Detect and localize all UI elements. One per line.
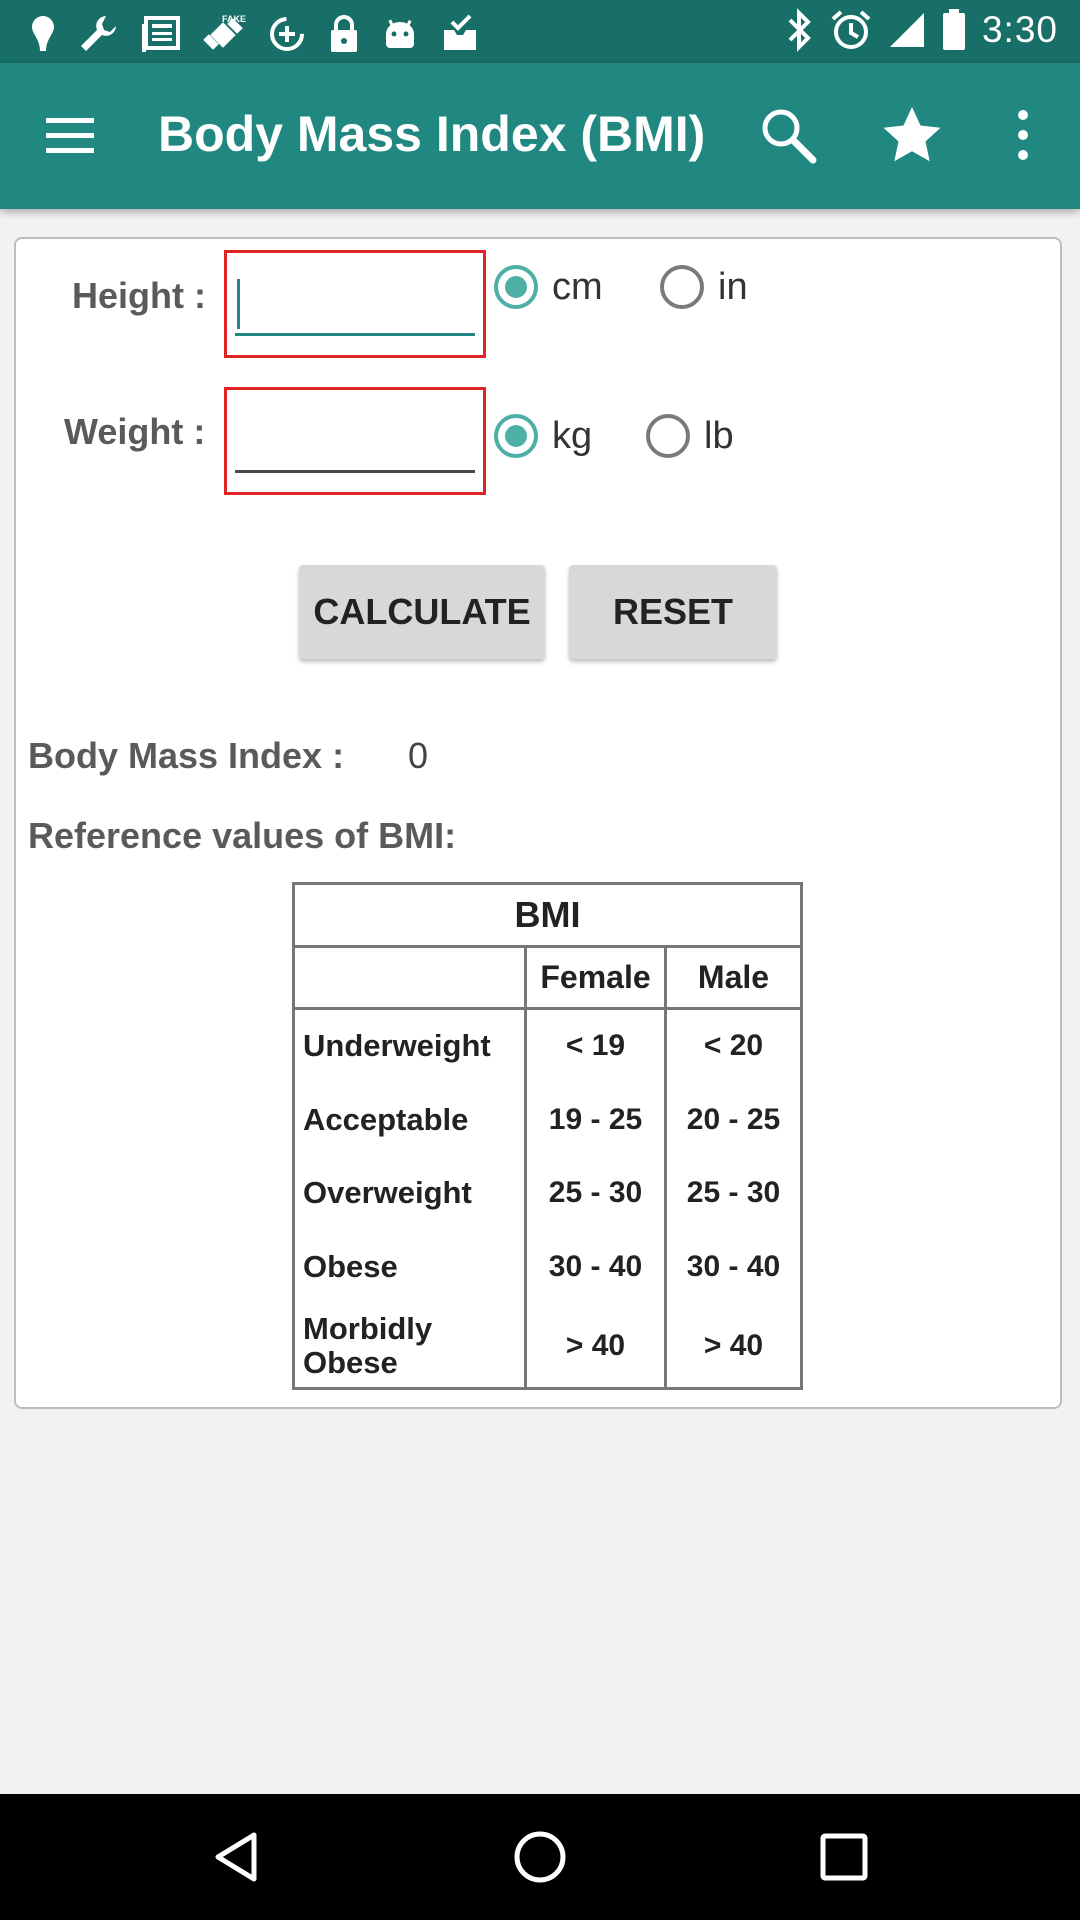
unit-in-radio[interactable]: in: [660, 265, 748, 309]
table-cell-category: Morbidly Obese: [292, 1304, 527, 1391]
table-cell-category: Obese: [292, 1230, 527, 1305]
status-bar-system: 3:30: [786, 8, 1058, 52]
table-cell-male: 20 - 25: [664, 1082, 803, 1157]
home-icon[interactable]: [510, 1827, 570, 1887]
alarm-icon: [830, 9, 872, 51]
weight-label: Weight :: [64, 411, 206, 452]
signal-icon: [888, 11, 926, 49]
navigation-bar: [0, 1794, 1080, 1920]
fake-gps-icon: FAKE: [202, 12, 246, 56]
unit-in-label: in: [718, 265, 748, 308]
page-title: Body Mass Index (BMI): [158, 106, 706, 162]
table-cell-female: 30 - 40: [524, 1230, 667, 1305]
unit-lb-radio[interactable]: lb: [646, 414, 734, 458]
unit-kg-label: kg: [552, 414, 593, 457]
bmi-result-value: 0: [408, 735, 429, 776]
status-bar: FAKE 3:30: [0, 0, 1080, 63]
reference-heading: Reference values of BMI:: [28, 815, 457, 856]
hamburger-menu-icon[interactable]: [42, 111, 98, 161]
reset-button[interactable]: RESET: [569, 565, 777, 659]
unit-kg-radio[interactable]: kg: [494, 414, 592, 458]
table-header-empty: [292, 944, 527, 1011]
star-icon[interactable]: [880, 103, 944, 167]
height-underline: [235, 333, 475, 336]
weight-underline: [235, 470, 475, 473]
table-row: Acceptable 19 - 25 20 - 25: [292, 1082, 803, 1157]
notification-icon: [30, 14, 56, 54]
text-cursor: [237, 279, 240, 329]
radio-unchecked-icon: [660, 265, 704, 309]
bmi-reference-table: BMI Female Male Underweight < 19 < 20 Ac…: [292, 882, 803, 1391]
status-bar-time: 3:30: [981, 9, 1058, 50]
unit-cm-label: cm: [552, 265, 603, 308]
app-bar: Body Mass Index (BMI): [0, 63, 1080, 209]
bmi-card: Height : cm in Weight : kg lb CALCULATE …: [14, 237, 1062, 1409]
table-row: Obese 30 - 40 30 - 40: [292, 1230, 803, 1305]
table-cell-female: > 40: [524, 1304, 667, 1391]
table-title: BMI: [292, 882, 803, 948]
battery-icon: [942, 9, 966, 51]
table-row: Underweight < 19 < 20: [292, 1008, 803, 1083]
table-cell-female: 19 - 25: [524, 1082, 667, 1157]
bluetooth-icon: [786, 8, 814, 52]
table-cell-category: Acceptable: [292, 1082, 527, 1157]
table-header-female: Female: [524, 944, 667, 1011]
data-saver-icon: [268, 15, 306, 53]
height-input[interactable]: [235, 267, 473, 331]
android-icon: [382, 16, 418, 52]
table-cell-male: < 20: [664, 1008, 803, 1083]
wrench-icon: [78, 14, 118, 54]
weight-input[interactable]: [235, 404, 473, 468]
inbox-icon: [440, 14, 480, 54]
height-field[interactable]: [224, 250, 486, 358]
more-vert-icon[interactable]: [1008, 103, 1038, 167]
search-icon[interactable]: [756, 103, 820, 167]
unit-lb-label: lb: [704, 414, 734, 457]
status-bar-notifications: FAKE: [30, 12, 480, 56]
lock-icon: [328, 14, 360, 54]
radio-unchecked-icon: [646, 414, 690, 458]
svg-text:FAKE: FAKE: [222, 14, 246, 24]
table-cell-female: 25 - 30: [524, 1156, 667, 1231]
table-row: Overweight 25 - 30 25 - 30: [292, 1156, 803, 1231]
table-row: Morbidly Obese > 40 > 40: [292, 1304, 803, 1391]
back-icon[interactable]: [206, 1827, 266, 1887]
table-cell-male: > 40: [664, 1304, 803, 1391]
radio-checked-icon: [494, 414, 538, 458]
table-cell-male: 25 - 30: [664, 1156, 803, 1231]
news-icon: [140, 14, 180, 54]
unit-cm-radio[interactable]: cm: [494, 265, 603, 309]
bmi-result-label: Body Mass Index :: [28, 735, 345, 776]
recents-icon[interactable]: [814, 1827, 874, 1887]
radio-checked-icon: [494, 265, 538, 309]
calculate-button[interactable]: CALCULATE: [299, 565, 545, 659]
table-header-male: Male: [664, 944, 803, 1011]
table-cell-category: Overweight: [292, 1156, 527, 1231]
table-cell-male: 30 - 40: [664, 1230, 803, 1305]
weight-field[interactable]: [224, 387, 486, 495]
table-cell-category: Underweight: [292, 1008, 527, 1083]
height-label: Height :: [72, 275, 206, 316]
table-cell-female: < 19: [524, 1008, 667, 1083]
